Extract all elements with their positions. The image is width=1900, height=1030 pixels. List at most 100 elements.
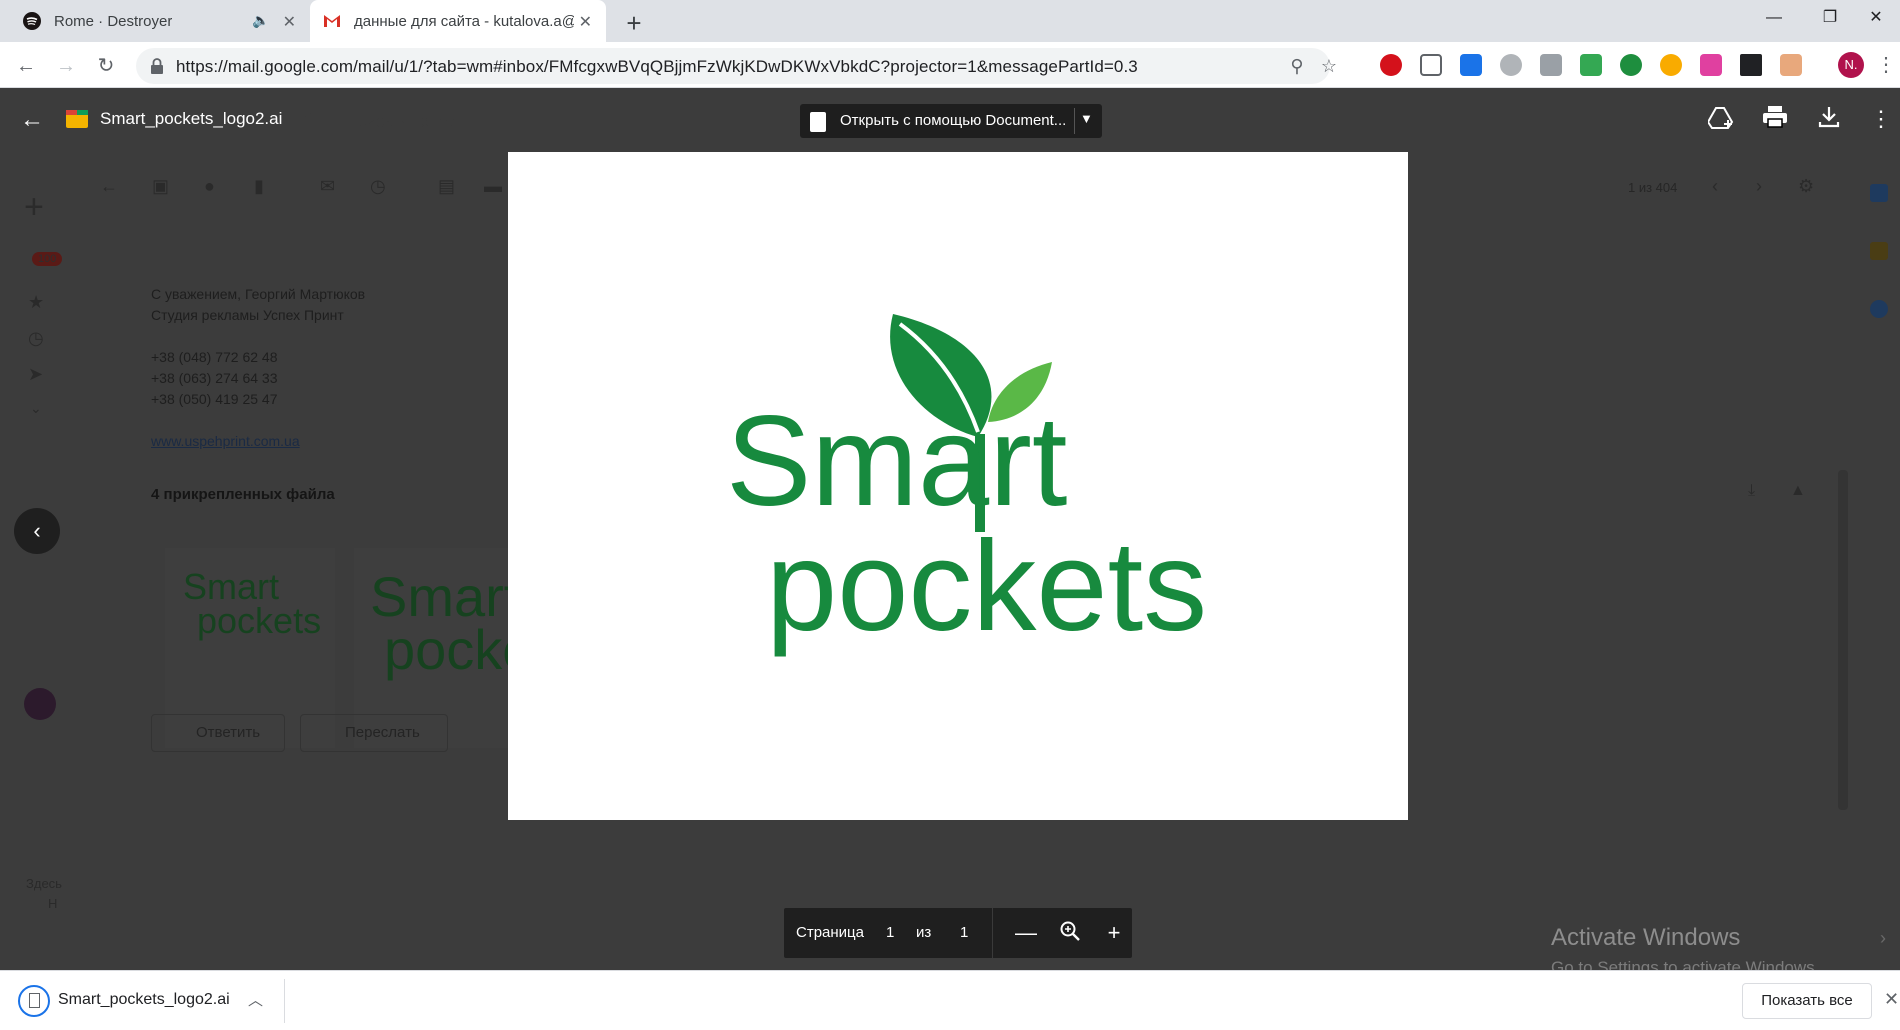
profile-avatar[interactable]: N. bbox=[1838, 52, 1864, 78]
gmail-icon bbox=[324, 15, 340, 27]
tab-gmail[interactable]: данные для сайта - kutalova.a@ ✕ bbox=[310, 0, 606, 42]
scrollbar bbox=[1838, 470, 1848, 810]
left-hint-text: Здесь bbox=[26, 876, 62, 891]
viewer-file-title: Smart_pockets_logo2.ai bbox=[100, 109, 283, 128]
document-icon bbox=[810, 112, 826, 132]
globe-extension-icon[interactable] bbox=[1500, 54, 1522, 76]
spotify-icon bbox=[23, 12, 41, 30]
phone-line: +38 (063) 274 64 33 bbox=[151, 370, 278, 386]
tab-title: данные для сайта - kutalova.a@ bbox=[354, 12, 574, 30]
tab-title: Rome · Destroyer bbox=[54, 12, 173, 30]
website-link: www.uspehprint.com.ua bbox=[151, 433, 300, 449]
spam-icon: ● bbox=[204, 176, 215, 196]
signature-line: Студия рекламы Успех Принт bbox=[151, 307, 344, 323]
close-icon[interactable]: ✕ bbox=[1884, 989, 1899, 1010]
browser-toolbar: ← → ↻ https://mail.google.com/mail/u/1/?… bbox=[0, 42, 1900, 88]
download-icon[interactable] bbox=[1814, 106, 1844, 134]
lock-icon bbox=[151, 58, 163, 74]
logo-word-smart: Smart bbox=[726, 390, 1067, 533]
archive-icon: ▣ bbox=[152, 176, 170, 196]
save-to-drive-icon: ▲ bbox=[1790, 482, 1806, 499]
dropdown-caret-icon[interactable]: ▼ bbox=[1080, 111, 1093, 126]
back-to-inbox-icon: ← bbox=[100, 176, 118, 196]
attachments-heading: 4 прикрепленных файла bbox=[151, 486, 335, 503]
activate-windows-title: Activate Windows bbox=[1551, 924, 1741, 951]
star-icon: ★ bbox=[28, 292, 45, 312]
forward-arrow-icon[interactable]: → bbox=[52, 52, 80, 80]
file-icon bbox=[18, 985, 50, 1017]
moon-extension-icon[interactable] bbox=[1660, 54, 1682, 76]
back-arrow-icon[interactable]: ← bbox=[12, 52, 40, 80]
open-with-label: Открыть с помощью Document... bbox=[840, 112, 1067, 129]
url-text: https://mail.google.com/mail/u/1/?tab=wm… bbox=[176, 57, 1138, 76]
user-avatar bbox=[24, 688, 56, 720]
zoom-icon[interactable]: ⚲ bbox=[1286, 55, 1308, 77]
phone-line: +38 (048) 772 62 48 bbox=[151, 349, 278, 365]
download-shelf: Smart_pockets_logo2.ai ︿ Показать все ✕ bbox=[0, 970, 1900, 1030]
pin-extension-icon[interactable] bbox=[1740, 54, 1762, 76]
send-icon: ➤ bbox=[28, 364, 44, 384]
screenshot-extension-icon[interactable] bbox=[1420, 54, 1442, 76]
download-all-icon: ⤓ bbox=[1748, 482, 1756, 499]
viewer-header: ← Smart_pockets_logo2.ai ⚲ Поиск в почте… bbox=[0, 88, 1900, 152]
tab-spotify[interactable]: Rome · Destroyer 🔈 ✕ bbox=[0, 0, 310, 42]
newer-chevron-icon: › bbox=[1756, 176, 1762, 196]
address-bar[interactable]: https://mail.google.com/mail/u/1/?tab=wm… bbox=[136, 48, 1337, 84]
opera-extension-icon[interactable] bbox=[1380, 54, 1402, 76]
reload-icon[interactable]: ↻ bbox=[92, 52, 120, 80]
gradient-extension-icon[interactable] bbox=[1700, 54, 1722, 76]
window-close-button[interactable]: ✕ bbox=[1852, 0, 1900, 36]
zoom-reset-icon[interactable] bbox=[1056, 920, 1084, 948]
phone-line: +38 (050) 419 25 47 bbox=[151, 391, 278, 407]
minimize-button[interactable]: — bbox=[1746, 0, 1802, 36]
zoom-out-icon[interactable]: — bbox=[1012, 920, 1040, 946]
maximize-button[interactable]: ❐ bbox=[1802, 0, 1858, 36]
label-icon: ▬ bbox=[484, 176, 502, 196]
previous-file-button[interactable]: ‹ bbox=[14, 508, 60, 554]
forward-button: Переслать bbox=[300, 714, 448, 752]
tab-close-button[interactable]: ✕ bbox=[283, 12, 296, 32]
snooze-icon: ◷ bbox=[370, 176, 386, 196]
calendar-side-icon bbox=[1870, 184, 1888, 202]
d-extension-icon[interactable] bbox=[1620, 54, 1642, 76]
compose-icon: + bbox=[24, 188, 44, 226]
delete-icon: ▮ bbox=[254, 176, 264, 196]
add-to-drive-icon[interactable] bbox=[1706, 106, 1736, 136]
bag-extension-icon[interactable] bbox=[1780, 54, 1802, 76]
page-navigator: Страница 1 из 1 — + bbox=[784, 908, 1132, 958]
show-all-button[interactable]: Показать все bbox=[1742, 983, 1872, 1019]
divider bbox=[992, 908, 993, 958]
print-icon[interactable] bbox=[1760, 106, 1790, 134]
speaker-icon[interactable]: 🔈 bbox=[252, 12, 269, 29]
thumb-word: Smart bbox=[370, 565, 508, 628]
current-page-input[interactable]: 1 bbox=[886, 924, 894, 941]
zoom-in-icon[interactable]: + bbox=[1100, 920, 1128, 946]
older-chevron-icon: ‹ bbox=[1712, 176, 1718, 196]
logo-word-pockets: pockets bbox=[766, 515, 1207, 658]
tab-strip: Rome · Destroyer 🔈 ✕ данные для сайта - … bbox=[0, 0, 1900, 42]
close-viewer-arrow-icon[interactable]: ← bbox=[20, 106, 44, 134]
bookmark-star-icon[interactable]: ☆ bbox=[1318, 55, 1340, 77]
open-with-button[interactable]: Открыть с помощью Document... ▼ bbox=[800, 104, 1102, 138]
left-hint-text-2: Н bbox=[48, 896, 58, 911]
move-to-icon: ▤ bbox=[438, 176, 456, 196]
more-chevron-icon: ⌄ bbox=[30, 400, 42, 416]
inbox-count-badge: 100 bbox=[32, 252, 63, 266]
chevron-up-icon[interactable]: ︿ bbox=[248, 989, 263, 1010]
smart-pockets-logo: Smart pockets bbox=[726, 314, 1207, 658]
more-options-icon[interactable]: ⋮ bbox=[1866, 106, 1896, 132]
signature-line: С уважением, Георгий Мартюков bbox=[151, 286, 366, 302]
new-tab-button[interactable]: + bbox=[620, 8, 648, 39]
message-counter: 1 из 404 bbox=[1628, 180, 1678, 195]
clock-icon: ◷ bbox=[28, 328, 44, 348]
side-panel-chevron-icon[interactable]: › bbox=[1880, 928, 1886, 949]
os-extension-icon[interactable] bbox=[1540, 54, 1562, 76]
of-label: из bbox=[916, 924, 932, 941]
tab-close-button[interactable]: ✕ bbox=[579, 12, 592, 32]
download-file-name[interactable]: Smart_pockets_logo2.ai bbox=[58, 991, 230, 1009]
id-extension-icon[interactable] bbox=[1460, 54, 1482, 76]
ai-file-icon bbox=[66, 110, 88, 128]
shield-extension-icon[interactable] bbox=[1580, 54, 1602, 76]
thumb-word: pockets bbox=[384, 618, 508, 682]
chrome-menu-icon[interactable]: ⋮ bbox=[1876, 52, 1896, 77]
